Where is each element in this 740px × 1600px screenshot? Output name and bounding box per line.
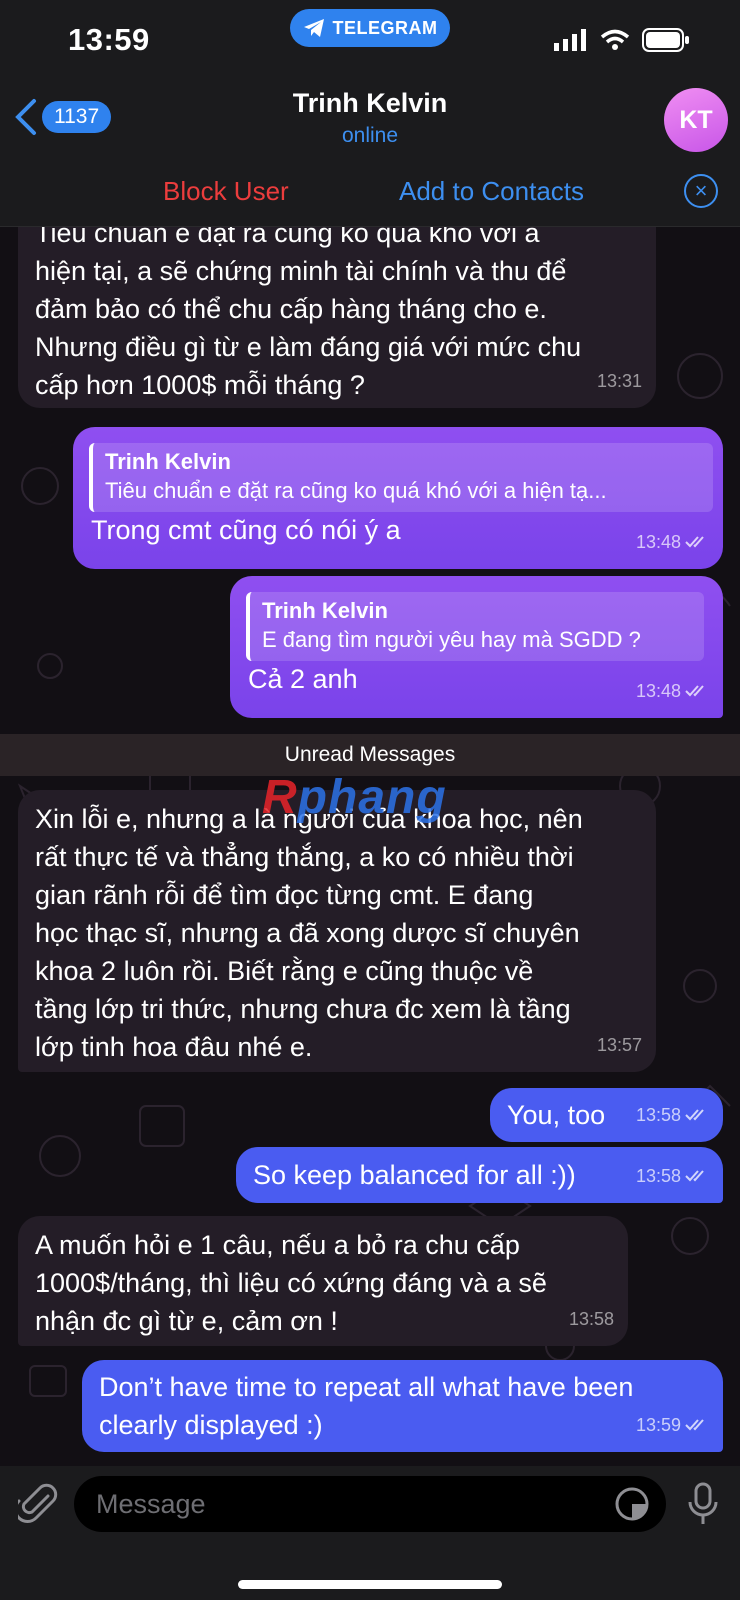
- message-line: clearly displayed :): [99, 1410, 323, 1440]
- status-bar: 13:59 TELEGRAM: [0, 0, 740, 80]
- signal-icon: [554, 29, 586, 51]
- action-bar-backdrop: Block User Add to Contacts ×: [0, 158, 740, 227]
- home-indicator: [238, 1580, 502, 1589]
- contact-name[interactable]: Trinh Kelvin: [0, 88, 740, 119]
- message-line: 1000$/tháng, thì liệu có xứng đáng và a …: [35, 1268, 547, 1298]
- message-time: 13:58: [636, 1157, 709, 1195]
- message-text: Tiêu chuẩn e đặt ra cũng ko quá khó với …: [35, 214, 581, 404]
- status-time: 13:59: [68, 22, 150, 57]
- message-bubble-outgoing[interactable]: Trinh Kelvin E đang tìm người yêu hay mà…: [230, 576, 723, 718]
- message-line: đảm bảo có thể chu cấp hàng tháng cho e.: [35, 294, 547, 324]
- watermark-right: phang: [297, 771, 447, 824]
- reply-text: E đang tìm người yêu hay mà SGDD ?: [262, 627, 641, 652]
- contact-status: online: [341, 124, 399, 147]
- sticker-icon[interactable]: [614, 1486, 650, 1522]
- message-line: rất thực tế và thẳng thắng, a ko có nhiề…: [35, 842, 574, 872]
- message-bubble-incoming[interactable]: A muốn hỏi e 1 câu, nếu a bỏ ra chu cấp …: [18, 1216, 628, 1346]
- reply-preview[interactable]: Trinh Kelvin E đang tìm người yêu hay mà…: [246, 592, 704, 661]
- message-placeholder: Message: [96, 1489, 206, 1519]
- avatar-initials: KT: [679, 105, 713, 134]
- double-check-icon: [685, 1170, 704, 1182]
- message-line: học thạc sĩ, nhưng a đã xong dược sĩ chu…: [35, 918, 580, 948]
- message-time: 13:59: [636, 1406, 709, 1444]
- double-check-icon: [685, 1419, 704, 1431]
- message-text: Don’t have time to repeat all what have …: [99, 1368, 633, 1444]
- message-text: You, too: [507, 1100, 606, 1130]
- message-text: A muốn hỏi e 1 câu, nếu a bỏ ra chu cấp …: [35, 1226, 547, 1340]
- timestamp: 13:31: [596, 371, 642, 391]
- message-text: Cả 2 anh: [248, 664, 358, 694]
- timestamp: 13:57: [596, 1035, 642, 1055]
- watermark-left: R: [262, 771, 298, 824]
- reply-author: Trinh Kelvin: [105, 449, 231, 474]
- message-time: 13:48: [636, 672, 709, 710]
- composer-bar: Message: [0, 1466, 740, 1600]
- message-time: 13:58: [636, 1096, 709, 1134]
- double-check-icon: [685, 536, 704, 548]
- timestamp: 13:58: [635, 1166, 681, 1186]
- block-user-button[interactable]: Block User: [163, 176, 289, 207]
- wifi-icon: [600, 29, 630, 50]
- message-line: A muốn hỏi e 1 câu, nếu a bỏ ra chu cấp: [35, 1230, 520, 1260]
- message-line: hiện tại, a sẽ chứng minh tài chính và t…: [35, 256, 567, 286]
- telegram-icon: [303, 19, 324, 37]
- message-line: lớp tinh hoa đâu nhé e.: [35, 1032, 313, 1062]
- message-line: tầng lớp tri thức, nhưng chưa đc xem là …: [35, 994, 571, 1024]
- message-text: So keep balanced for all :)): [253, 1160, 576, 1190]
- message-line: khoa 2 luôn rồi. Biết rằng e cũng thuộc …: [35, 956, 534, 986]
- message-line: Nhưng điều gì từ e làm đáng giá với mức …: [35, 332, 582, 362]
- timestamp: 13:48: [635, 681, 681, 701]
- chat-header: 1137 Trinh Kelvin online KT: [0, 80, 740, 159]
- attach-icon[interactable]: [18, 1482, 58, 1526]
- reply-preview[interactable]: Trinh Kelvin Tiêu chuẩn e đặt ra cũng ko…: [89, 443, 713, 512]
- timestamp: 13:59: [635, 1415, 681, 1435]
- message-bubble-outgoing[interactable]: So keep balanced for all :)) 13:58: [236, 1147, 723, 1203]
- message-text: Xin lỗi e, nhưng a là người của khoa học…: [35, 800, 583, 1066]
- avatar[interactable]: KT: [664, 88, 728, 152]
- reply-author: Trinh Kelvin: [262, 598, 388, 623]
- double-check-icon: [685, 685, 704, 697]
- message-line: nhận đc gì từ e, cảm ơn !: [35, 1306, 338, 1336]
- message-line: gian rãnh rỗi để tìm đọc từng cmt. E đan…: [35, 880, 534, 910]
- reply-text: Tiêu chuẩn e đặt ra cũng ko quá khó với …: [105, 478, 607, 503]
- message-bubble-outgoing[interactable]: Don’t have time to repeat all what have …: [82, 1360, 723, 1452]
- timestamp: 13:58: [568, 1309, 614, 1329]
- message-line: cấp hơn 1000$ mỗi tháng ?: [35, 370, 365, 400]
- message-input[interactable]: Message: [74, 1476, 666, 1532]
- battery-icon: [642, 28, 689, 52]
- message-bubble-outgoing[interactable]: Trinh Kelvin Tiêu chuẩn e đặt ra cũng ko…: [73, 427, 723, 569]
- status-icons: [554, 28, 690, 52]
- telegram-pill[interactable]: TELEGRAM: [290, 9, 450, 47]
- watermark-logo: Rphang: [262, 770, 447, 825]
- timestamp: 13:58: [635, 1105, 681, 1125]
- message-time: 13:57: [597, 1026, 642, 1064]
- message-time: 13:31: [597, 362, 642, 400]
- timestamp: 13:48: [635, 532, 681, 552]
- close-icon[interactable]: ×: [684, 174, 718, 208]
- microphone-icon[interactable]: [688, 1482, 718, 1526]
- telegram-pill-label: TELEGRAM: [332, 17, 438, 38]
- message-bubble-outgoing[interactable]: You, too 13:58: [490, 1088, 723, 1142]
- message-line: Don’t have time to repeat all what have …: [99, 1372, 634, 1402]
- message-text: Trong cmt cũng có nói ý a: [91, 515, 401, 545]
- message-bubble-incoming[interactable]: Xin lỗi e, nhưng a là người của khoa học…: [18, 790, 656, 1072]
- double-check-icon: [685, 1109, 704, 1121]
- message-time: 13:58: [569, 1300, 614, 1338]
- message-bubble-incoming[interactable]: Tiêu chuẩn e đặt ra cũng ko quá khó với …: [18, 200, 656, 408]
- message-time: 13:48: [636, 523, 709, 561]
- add-to-contacts-button[interactable]: Add to Contacts: [399, 176, 584, 207]
